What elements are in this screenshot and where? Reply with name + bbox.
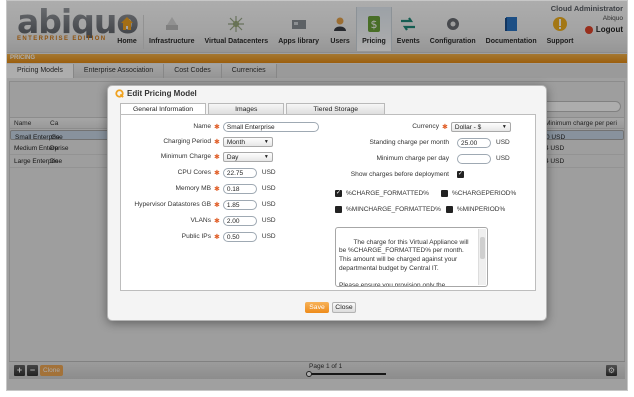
charging-period-select[interactable]: Month ▼ [222, 136, 273, 147]
charge-formatted-label: %CHARGE_FORMATTED% [346, 190, 429, 197]
currency-label: Currency [412, 123, 439, 130]
unit-label: USD [496, 155, 510, 162]
currency-select[interactable]: Dollar - $ ▼ [450, 121, 511, 132]
public-ips-label: Public IPs [181, 233, 211, 240]
required-marker: ✱ [214, 123, 220, 131]
memory-input[interactable]: 0.18 [222, 183, 257, 194]
vlans-row: VLANs ✱ 2.00 USD [121, 215, 276, 226]
standing-charge-row: Standing charge per month 25.00 USD [331, 137, 510, 148]
required-marker: ✱ [442, 123, 448, 131]
save-button[interactable]: Save [305, 302, 329, 313]
minperiod-label: %MINPERIOD% [456, 206, 506, 213]
cpu-cores-input[interactable]: 22.75 [222, 167, 257, 178]
minimum-charge-select[interactable]: Day ▼ [222, 151, 273, 162]
vlans-input[interactable]: 2.00 [222, 215, 257, 226]
hypervisor-datastores-label: Hypervisor Datastores GB [134, 201, 211, 208]
mincharge-formatted-checkbox[interactable] [335, 206, 342, 213]
currency-value: Dollar - $ [454, 123, 482, 131]
tab-general-information[interactable]: General Information [120, 103, 207, 114]
minimum-charge-value: Day [226, 153, 239, 161]
charge-formatted-checkbox[interactable] [335, 189, 342, 197]
unit-label: USD [261, 233, 276, 240]
minimum-charge-day-row: Minimum charge per day USD [331, 153, 510, 164]
unit-label: USD [261, 201, 276, 208]
minimum-charge-row: Minimum Charge ✱ Day ▼ [121, 151, 273, 162]
chevron-down-icon: ▼ [501, 123, 507, 130]
cpu-cores-row: CPU Cores ✱ 22.75 USD [121, 167, 276, 178]
scrollbar-thumb[interactable] [480, 237, 485, 259]
standing-charge-input[interactable]: 25.00 [457, 137, 491, 148]
required-marker: ✱ [214, 217, 220, 225]
mincharge-formatted-label: %MINCHARGE_FORMATTED% [346, 206, 441, 213]
minperiod-checkbox[interactable] [445, 206, 453, 213]
standing-charge-label: Standing charge per month [369, 139, 449, 146]
chevron-down-icon: ▼ [263, 138, 269, 145]
minimum-charge-label: Minimum Charge [160, 153, 211, 160]
close-button[interactable]: Close [332, 302, 356, 313]
dialog-tabs: General Information Images Tiered Storag… [120, 103, 387, 114]
cpu-cores-label: CPU Cores [177, 169, 211, 176]
chevron-down-icon: ▼ [263, 153, 269, 160]
required-marker: ✱ [214, 169, 220, 177]
name-row: Name ✱ Small Enterprise [121, 121, 319, 132]
chargeperiod-label: %CHARGEPERIOD% [451, 190, 517, 197]
memory-row: Memory MB ✱ 0.18 USD [121, 183, 276, 194]
unit-label: USD [261, 217, 276, 224]
dialog-title-text: Edit Pricing Model [127, 89, 197, 98]
abiquo-q-icon [115, 89, 124, 98]
show-charges-label: Show charges before deployment [350, 171, 449, 178]
unit-label: USD [261, 169, 276, 176]
charging-period-label: Charging Period [163, 138, 211, 145]
charging-period-row: Charging Period ✱ Month ▼ [121, 136, 273, 147]
required-marker: ✱ [214, 233, 220, 241]
edit-pricing-model-dialog: Edit Pricing Model General Information I… [107, 85, 547, 321]
minimum-charge-day-input[interactable] [457, 153, 491, 164]
public-ips-input[interactable]: 0.50 [222, 231, 257, 242]
tab-tiered-storage[interactable]: Tiered Storage [286, 103, 386, 114]
required-marker: ✱ [214, 185, 220, 193]
vlans-label: VLANs [190, 217, 211, 224]
variable-row-2: %MINCHARGE_FORMATTED% %MINPERIOD% [335, 204, 505, 215]
chargeperiod-checkbox[interactable] [440, 190, 448, 197]
unit-label: USD [496, 139, 510, 146]
app-window: abiquo ENTERPRISE EDITION Home Infrastru… [6, 0, 628, 391]
memory-label: Memory MB [175, 185, 211, 192]
required-marker: ✱ [214, 153, 220, 161]
show-charges-row: Show charges before deployment [331, 169, 464, 180]
hypervisor-datastores-input[interactable]: 1.85 [222, 199, 257, 210]
name-label: Name [193, 123, 211, 130]
public-ips-row: Public IPs ✱ 0.50 USD [121, 231, 276, 242]
show-charges-checkbox[interactable] [457, 170, 464, 178]
dialog-title: Edit Pricing Model [115, 89, 197, 98]
minimum-charge-day-label: Minimum charge per day [376, 155, 449, 162]
hypervisor-datastores-row: Hypervisor Datastores GB ✱ 1.85 USD [121, 199, 276, 210]
charge-message-text: The charge for this Virtual Appliance wi… [339, 238, 469, 287]
charge-message-textarea[interactable]: The charge for this Virtual Appliance wi… [335, 227, 488, 287]
variable-row-1: %CHARGE_FORMATTED% %CHARGEPERIOD% [335, 188, 516, 199]
general-information-panel: Name ✱ Small Enterprise Charging Period … [120, 114, 536, 291]
currency-row: Currency ✱ Dollar - $ ▼ [331, 121, 511, 132]
textarea-scrollbar[interactable] [478, 229, 486, 285]
tab-images[interactable]: Images [208, 103, 285, 114]
required-marker: ✱ [214, 138, 220, 146]
charging-period-value: Month [226, 138, 245, 146]
required-marker: ✱ [214, 201, 220, 209]
unit-label: USD [261, 185, 276, 192]
name-input[interactable]: Small Enterprise [222, 121, 319, 132]
